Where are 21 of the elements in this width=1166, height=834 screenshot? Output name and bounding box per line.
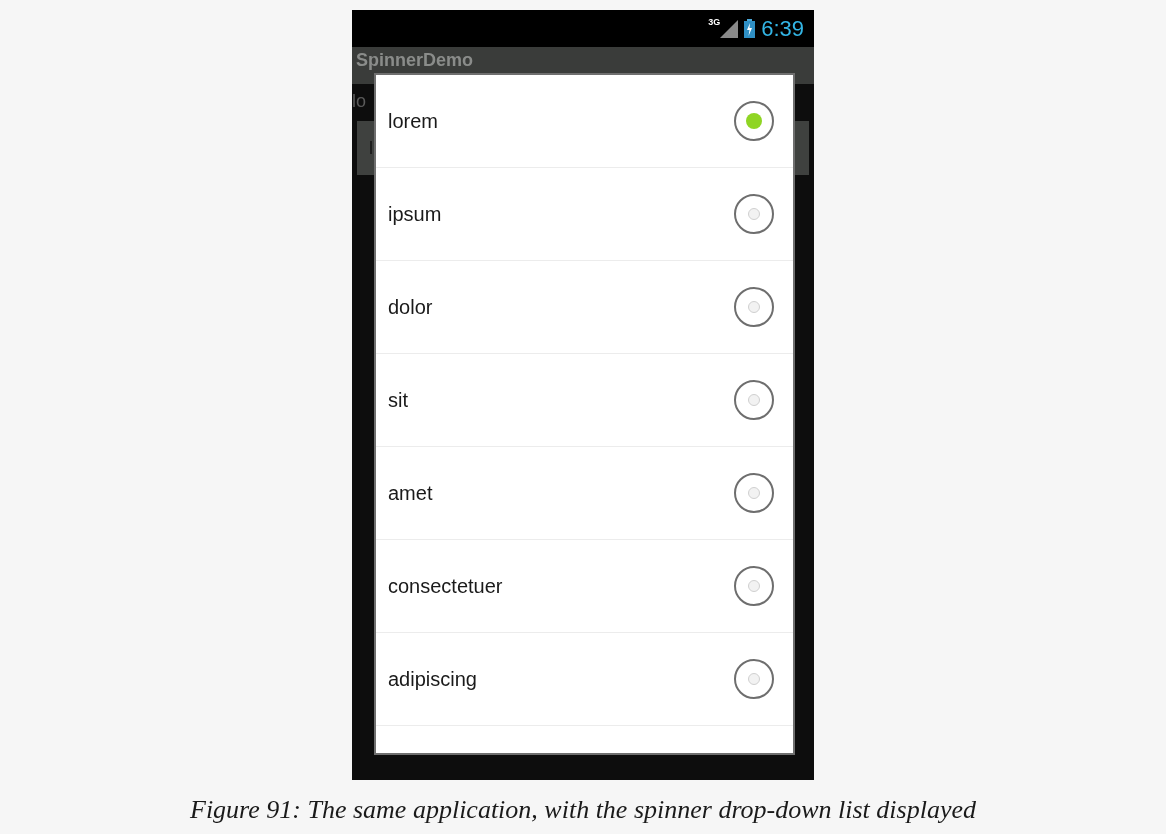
radio-button[interactable] — [734, 194, 774, 234]
app-title: SpinnerDemo — [356, 50, 474, 71]
radio-button[interactable] — [734, 566, 774, 606]
list-item[interactable]: sit — [376, 354, 793, 447]
list-item[interactable]: lorem — [376, 75, 793, 168]
selection-label: lo — [352, 90, 367, 113]
list-item[interactable]: adipiscing — [376, 633, 793, 726]
radio-button[interactable] — [734, 380, 774, 420]
clock-time: 6:39 — [761, 15, 804, 43]
radio-button[interactable] — [734, 659, 774, 699]
figure-caption: Figure 91: The same application, with the spinner drop-down list displayed — [190, 794, 976, 826]
signal-icon — [720, 19, 739, 38]
radio-button[interactable] — [734, 287, 774, 327]
network-label: 3G — [708, 16, 721, 29]
battery-icon — [744, 19, 756, 38]
list-item[interactable]: ipsum — [376, 168, 793, 261]
radio-button[interactable] — [734, 101, 774, 141]
list-item[interactable]: dolor — [376, 261, 793, 354]
list-item[interactable]: amet — [376, 447, 793, 540]
radio-button[interactable] — [734, 473, 774, 513]
list-item[interactable]: consectetuer — [376, 540, 793, 633]
